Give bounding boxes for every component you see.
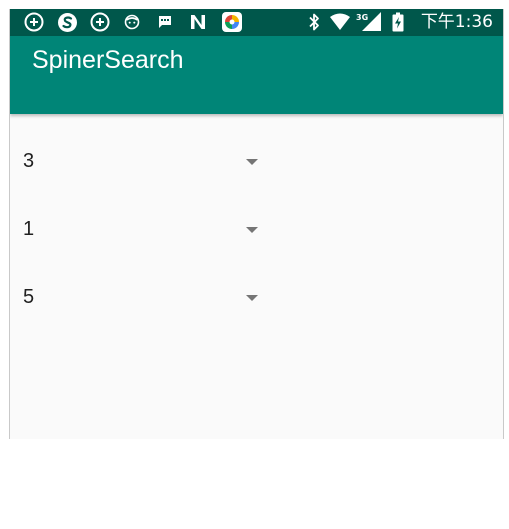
dropdown-arrow-icon [246, 227, 258, 233]
spinner-2[interactable]: 1 [10, 200, 270, 260]
spinner-3[interactable]: 5 [10, 268, 270, 328]
n-icon [189, 12, 207, 32]
colorful-app-icon [221, 12, 243, 32]
sogou-s-icon [57, 12, 78, 32]
status-time: 下午1:36 [420, 12, 493, 32]
spinner-3-value: 5 [23, 286, 35, 308]
battery-charging-icon [392, 12, 404, 32]
spinner-2-value: 1 [23, 218, 35, 240]
dropdown-arrow-icon [246, 295, 258, 301]
plus-circle-icon [90, 12, 110, 32]
status-bar: 3G 下午1:36 [10, 9, 503, 36]
message-icon [157, 12, 173, 32]
spinner-1[interactable]: 3 [10, 132, 270, 192]
cell-signal-icon: 3G [356, 12, 382, 32]
face-icon [124, 12, 140, 32]
app-title: SpinerSearch [32, 46, 184, 74]
plus-circle-icon [24, 12, 44, 32]
bluetooth-icon [307, 12, 321, 32]
wifi-icon [329, 12, 351, 32]
phone-screen: 3G 下午1:36 SpinerSearch 3 1 5 [9, 9, 504, 439]
spinner-1-value: 3 [23, 150, 35, 172]
network-type-label: 3G [356, 13, 368, 22]
dropdown-arrow-icon [246, 159, 258, 165]
